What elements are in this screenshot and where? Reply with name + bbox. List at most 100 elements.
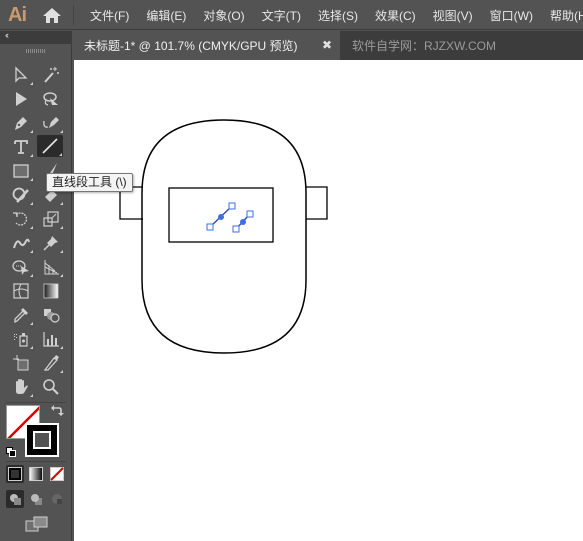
shape-builder-tool[interactable] xyxy=(8,256,34,278)
swap-fill-stroke-icon[interactable] xyxy=(50,404,64,418)
curvature-tool[interactable] xyxy=(38,112,64,134)
gradient-icon xyxy=(43,283,59,299)
curvature-icon xyxy=(43,117,59,128)
line-icon xyxy=(42,138,58,154)
menu-file[interactable]: 文件(F) xyxy=(90,7,129,24)
stroke-swatch[interactable] xyxy=(25,423,59,457)
symbol-sprayer-tool[interactable] xyxy=(8,328,34,350)
draw-normal-icon xyxy=(10,494,21,505)
lasso-icon xyxy=(43,92,58,106)
menu-help[interactable]: 帮助(H) xyxy=(550,7,583,24)
magnifier-icon xyxy=(43,379,59,395)
symbol-sprayer-icon xyxy=(14,333,28,347)
mesh-tool[interactable] xyxy=(8,280,34,302)
type-icon xyxy=(14,140,28,154)
menu-window[interactable]: 窗口(W) xyxy=(490,7,533,24)
tab-document-inactive[interactable]: 软件自学网：RJZXW.COM xyxy=(352,31,496,60)
menu-items: 文件(F) 编辑(E) 对象(O) 文字(T) 选择(S) 效果(C) 视图(V… xyxy=(90,0,583,30)
hand-icon xyxy=(16,379,28,394)
line-segment-tool[interactable] xyxy=(37,135,63,157)
pin-icon xyxy=(43,236,58,251)
warp-icon xyxy=(13,238,30,249)
rectangle-tool[interactable] xyxy=(8,160,34,182)
color-divider xyxy=(6,461,66,462)
close-icon[interactable]: ✖ xyxy=(322,38,332,52)
tools-divider xyxy=(6,402,66,403)
draw-inside-button[interactable] xyxy=(48,490,66,508)
zoom-tool[interactable] xyxy=(38,376,64,398)
warp-tool[interactable] xyxy=(8,232,34,254)
color-button[interactable] xyxy=(6,465,24,483)
hand-tool[interactable] xyxy=(8,376,34,398)
draw-normal-button[interactable] xyxy=(6,490,24,508)
gradient-tool[interactable] xyxy=(38,280,64,302)
rectangle-icon xyxy=(13,164,29,178)
column-graph-tool[interactable] xyxy=(38,328,64,350)
home-icon[interactable] xyxy=(42,7,62,24)
line-center-point xyxy=(240,219,246,225)
artwork xyxy=(119,119,328,354)
rotate-tool[interactable] xyxy=(8,208,34,230)
mesh-icon xyxy=(13,283,29,299)
scale-tool[interactable] xyxy=(38,208,64,230)
solid-color-icon xyxy=(8,467,22,481)
menu-type[interactable]: 文字(T) xyxy=(262,7,301,24)
toolbar-header: ‹‹ xyxy=(0,30,72,44)
arrow-icon xyxy=(16,92,27,106)
rotate-icon xyxy=(13,212,28,226)
eyedropper-icon xyxy=(14,308,28,324)
pen-icon xyxy=(15,117,27,130)
blend-tool[interactable] xyxy=(38,304,64,326)
default-fill-stroke-icon[interactable] xyxy=(6,447,16,457)
menu-effect[interactable]: 效果(C) xyxy=(375,7,416,24)
scale-icon xyxy=(43,211,59,227)
lasso-tool[interactable] xyxy=(38,88,64,110)
tab-inactive-label: 软件自学网：RJZXW.COM xyxy=(352,39,496,53)
anchor-point xyxy=(246,210,254,218)
magic-wand-tool[interactable] xyxy=(38,64,64,86)
menu-divider xyxy=(73,5,74,25)
none-swatch-icon xyxy=(50,467,64,481)
collapse-panel-icon[interactable]: ‹‹ xyxy=(5,30,9,40)
pen-tool[interactable] xyxy=(8,112,34,134)
magic-wand-icon xyxy=(44,67,59,83)
menu-object[interactable]: 对象(O) xyxy=(203,7,244,24)
perspective-grid-icon xyxy=(44,260,59,275)
menu-view[interactable]: 视图(V) xyxy=(433,7,473,24)
shaper-tool[interactable] xyxy=(8,184,34,206)
slice-tool[interactable] xyxy=(38,352,64,374)
slice-icon xyxy=(43,355,59,371)
type-tool[interactable] xyxy=(8,136,34,158)
direct-selection-tool[interactable] xyxy=(8,64,34,86)
puppet-warp-tool[interactable] xyxy=(38,232,64,254)
panel-grip[interactable] xyxy=(26,49,46,53)
shaper-icon xyxy=(12,187,29,203)
app-logo: Ai xyxy=(8,4,27,26)
menu-bar: Ai 文件(F) 编辑(E) 对象(O) 文字(T) 选择(S) 效果(C) 视… xyxy=(0,0,583,30)
stroke-swatch-inner xyxy=(33,431,51,449)
draw-mode-row xyxy=(6,490,66,508)
tab-document-label: 未标题-1* @ 101.7% (CMYK/GPU 预览) xyxy=(84,39,298,53)
artboard-tool[interactable] xyxy=(8,352,34,374)
eyedropper-tool[interactable] xyxy=(8,304,34,326)
gradient-button[interactable] xyxy=(27,465,45,483)
draw-behind-button[interactable] xyxy=(27,490,45,508)
draw-inside-icon xyxy=(52,494,62,504)
anchor-point xyxy=(232,225,240,233)
menu-select[interactable]: 选择(S) xyxy=(318,7,358,24)
screen-mode-icon[interactable] xyxy=(25,515,49,533)
bar-graph-icon xyxy=(43,332,59,347)
hollow-arrow-icon xyxy=(15,66,28,83)
artboard-icon xyxy=(13,355,29,371)
tab-document-active[interactable]: 未标题-1* @ 101.7% (CMYK/GPU 预览) ✖ xyxy=(74,31,340,60)
artboard-canvas[interactable] xyxy=(74,60,583,541)
none-button[interactable] xyxy=(48,465,66,483)
menu-edit[interactable]: 编辑(E) xyxy=(146,7,186,24)
right-ear-shape xyxy=(306,186,328,220)
perspective-grid-tool[interactable] xyxy=(38,256,64,278)
tool-tooltip: 直线段工具 (\) xyxy=(46,173,133,192)
shape-builder-icon xyxy=(12,260,29,275)
selection-tool[interactable] xyxy=(8,88,34,110)
color-mode-row xyxy=(6,465,66,485)
line-center-point xyxy=(218,214,224,220)
